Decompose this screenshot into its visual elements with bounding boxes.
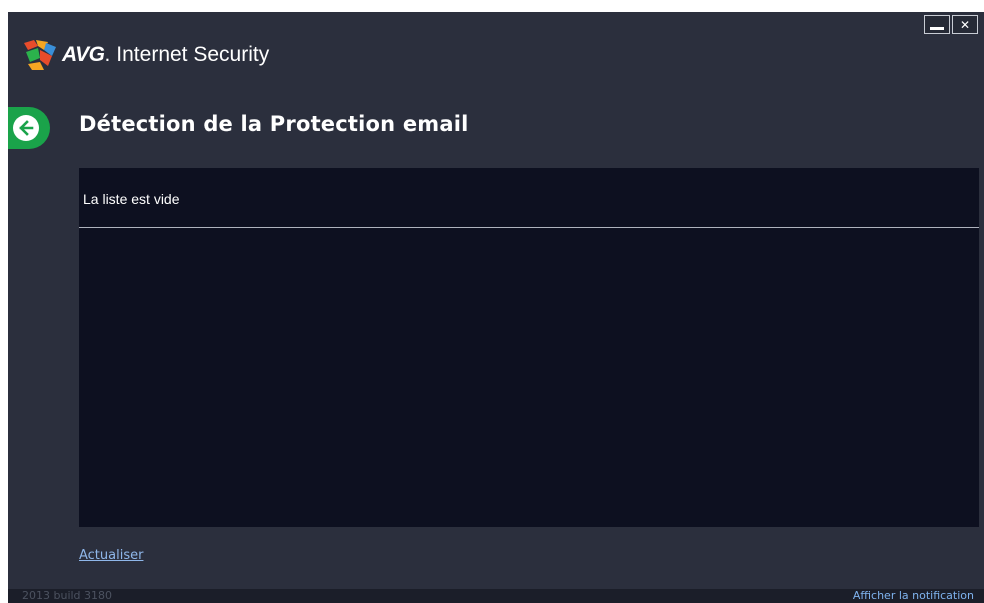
minimize-button[interactable] [924, 15, 950, 34]
back-button[interactable] [8, 107, 50, 149]
avg-logo-icon [24, 40, 56, 70]
build-version: 2013 build 3180 [22, 589, 113, 602]
close-button[interactable]: ✕ [952, 15, 978, 34]
brand-dot: . [104, 43, 111, 66]
list-header: La liste est vide [79, 168, 979, 228]
minimize-icon [930, 27, 944, 30]
empty-list-message: La liste est vide [83, 191, 180, 207]
app-window: ✕ AVG . Internet Security Détection de l… [8, 12, 984, 603]
brand-name: AVG [62, 43, 105, 66]
app-brand: AVG . Internet Security [24, 40, 269, 70]
product-name: Internet Security [116, 43, 270, 66]
page-title: Détection de la Protection email [79, 112, 469, 136]
detections-list: La liste est vide [79, 168, 979, 527]
status-footer: 2013 build 3180 Afficher la notification [8, 589, 984, 603]
show-notification-link[interactable]: Afficher la notification [853, 589, 974, 603]
window-controls: ✕ [922, 15, 978, 34]
arrow-left-icon [13, 115, 39, 141]
refresh-link[interactable]: Actualiser [79, 548, 143, 563]
close-icon: ✕ [959, 17, 971, 32]
